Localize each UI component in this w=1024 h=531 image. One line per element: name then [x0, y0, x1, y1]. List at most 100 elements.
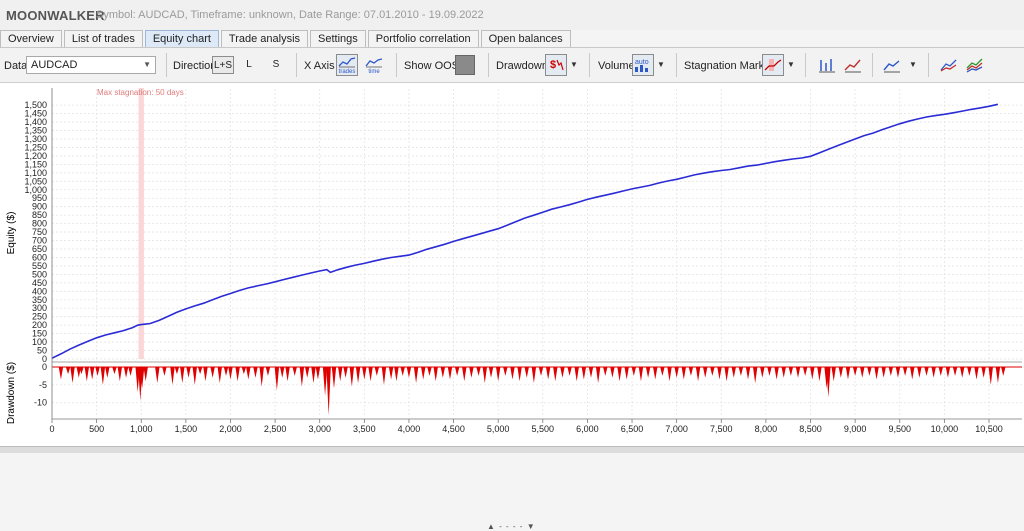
- svg-text:$: $: [550, 59, 556, 71]
- drawdown-spike: [235, 367, 240, 382]
- drawdown-spike: [788, 367, 794, 376]
- strategy-info: Symbol: AUDCAD, Timeframe: unknown, Date…: [96, 9, 484, 21]
- bar-chart-button[interactable]: [816, 54, 838, 76]
- drawdown-spike: [454, 367, 460, 376]
- direction-long-button[interactable]: L: [243, 56, 255, 74]
- drawdown-tick-label: -5: [39, 380, 47, 390]
- tab-trade-analysis[interactable]: Trade analysis: [220, 30, 309, 47]
- direction-short-button[interactable]: S: [270, 56, 282, 74]
- drawdown-spike: [574, 367, 579, 382]
- volume-caption: auto: [635, 59, 649, 66]
- volume-button[interactable]: auto: [632, 54, 654, 76]
- compare-lines-icon: [940, 59, 957, 72]
- app-window: MOONWALKER Symbol: AUDCAD, Timeframe: un…: [0, 0, 1024, 531]
- drawdown-button[interactable]: $: [545, 54, 567, 76]
- panel-resize-handle[interactable]: ▲ - - - - ▼: [487, 522, 536, 531]
- drawdown-spike: [299, 367, 305, 387]
- drawdown-spike: [767, 367, 772, 376]
- tab-list-of-trades[interactable]: List of trades: [63, 30, 143, 47]
- drawdown-spike: [724, 367, 729, 382]
- multi-lines-icon: [966, 58, 983, 73]
- x-tick-label: 4,500: [442, 424, 465, 434]
- drawdown-spike: [667, 367, 672, 382]
- drawdown-spike: [100, 367, 106, 385]
- drawdown-spike: [65, 367, 71, 375]
- drawdown-dropdown-icon[interactable]: ▼: [570, 60, 578, 69]
- drawdown-spike: [524, 367, 529, 378]
- line-chart-dropdown-icon[interactable]: ▼: [909, 60, 917, 69]
- drawdown-spike: [617, 367, 622, 382]
- drawdown-spike: [645, 367, 651, 378]
- direction-ls-button[interactable]: L+S: [212, 56, 234, 74]
- drawdown-spike: [203, 367, 208, 382]
- equity-chart[interactable]: Max stagnation: 50 days 0501001502002503…: [0, 83, 1024, 438]
- drawdown-spike: [603, 367, 608, 376]
- tab-overview[interactable]: Overview: [0, 30, 62, 47]
- drawdown-spike: [731, 367, 736, 378]
- toolbar-separator: [488, 53, 489, 77]
- x-tick-label: 5,500: [532, 424, 555, 434]
- x-tick-label: 7,000: [665, 424, 688, 434]
- equity-y-ticks: 0501001502002503003504004505005506006507…: [24, 100, 47, 364]
- drawdown-spike: [440, 367, 446, 378]
- drawdown-spike: [186, 367, 191, 378]
- drawdown-spike: [447, 367, 453, 380]
- drawdown-spike: [938, 367, 943, 376]
- drawdown-spike: [338, 367, 343, 382]
- drawdown-spike: [567, 367, 572, 376]
- x-axis-trades-button[interactable]: trades: [336, 54, 358, 76]
- equity-grid: [51, 89, 1022, 360]
- drawdown-spike: [595, 367, 601, 384]
- chevron-down-icon: ▼: [143, 60, 151, 69]
- time-chart-icon: [365, 58, 383, 68]
- drawdown-spike: [433, 367, 438, 382]
- drawdown-spike: [945, 367, 951, 378]
- drawdown-spike: [845, 367, 851, 380]
- drawdown-spike: [241, 367, 247, 375]
- tab-open-balances[interactable]: Open balances: [480, 30, 571, 47]
- x-tick-label: 10,000: [931, 424, 959, 434]
- stagnation-marker-button[interactable]: [762, 54, 784, 76]
- drawdown-spike: [355, 367, 361, 384]
- stagnation-marker-label: Stagnation Marker: [684, 60, 774, 72]
- multi-lines-button[interactable]: [964, 54, 986, 76]
- drawdown-spike: [253, 367, 258, 378]
- show-oos-toggle[interactable]: [455, 55, 475, 75]
- drawdown-spike: [305, 367, 310, 378]
- drawdown-spike: [881, 367, 886, 378]
- x-tick-label: 3,500: [353, 424, 376, 434]
- drawdown-spike: [967, 367, 972, 376]
- drawdown-spike: [653, 367, 658, 380]
- tab-bar: Overview List of trades Equity chart Tra…: [0, 30, 573, 48]
- drawdown-tick-label: -10: [34, 398, 47, 408]
- x-axis-time-button[interactable]: time: [363, 54, 385, 76]
- drawdown-spike: [781, 367, 786, 378]
- drawdown-spike: [495, 367, 501, 382]
- drawdown-spike: [427, 367, 432, 376]
- drawdown-spike: [58, 367, 64, 380]
- line-chart-button[interactable]: [881, 54, 903, 76]
- compare-lines-button[interactable]: [938, 54, 960, 76]
- volume-dropdown-icon[interactable]: ▼: [657, 60, 665, 69]
- equity-line-button[interactable]: [842, 54, 864, 76]
- time-caption: time: [368, 69, 380, 75]
- drawdown-spike: [860, 367, 865, 378]
- drawdown-axis-label: Drawdown ($): [6, 362, 17, 424]
- drawdown-spike: [902, 367, 908, 376]
- x-tick-label: 9,500: [888, 424, 911, 434]
- data-select[interactable]: AUDCAD ▼: [26, 56, 156, 74]
- drawdown-spike: [322, 367, 328, 396]
- drawdown-spike: [228, 367, 233, 380]
- x-axis-ticks: 0 500 1,000 1,500 2,000 2,500 3,000 3,500 4,000 4…: [49, 419, 1003, 434]
- tab-settings[interactable]: Settings: [310, 30, 366, 47]
- drawdown-spike: [362, 367, 367, 380]
- drawdown-spike: [349, 367, 355, 387]
- x-tick-label: 0: [49, 424, 54, 434]
- drawdown-spike: [476, 367, 481, 376]
- x-tick-label: 6,500: [621, 424, 644, 434]
- tab-portfolio-correlation[interactable]: Portfolio correlation: [367, 30, 479, 47]
- stagnation-dropdown-icon[interactable]: ▼: [787, 60, 795, 69]
- toolbar-separator: [296, 53, 297, 77]
- tab-equity-chart[interactable]: Equity chart: [144, 30, 219, 47]
- toolbar-separator: [805, 53, 806, 77]
